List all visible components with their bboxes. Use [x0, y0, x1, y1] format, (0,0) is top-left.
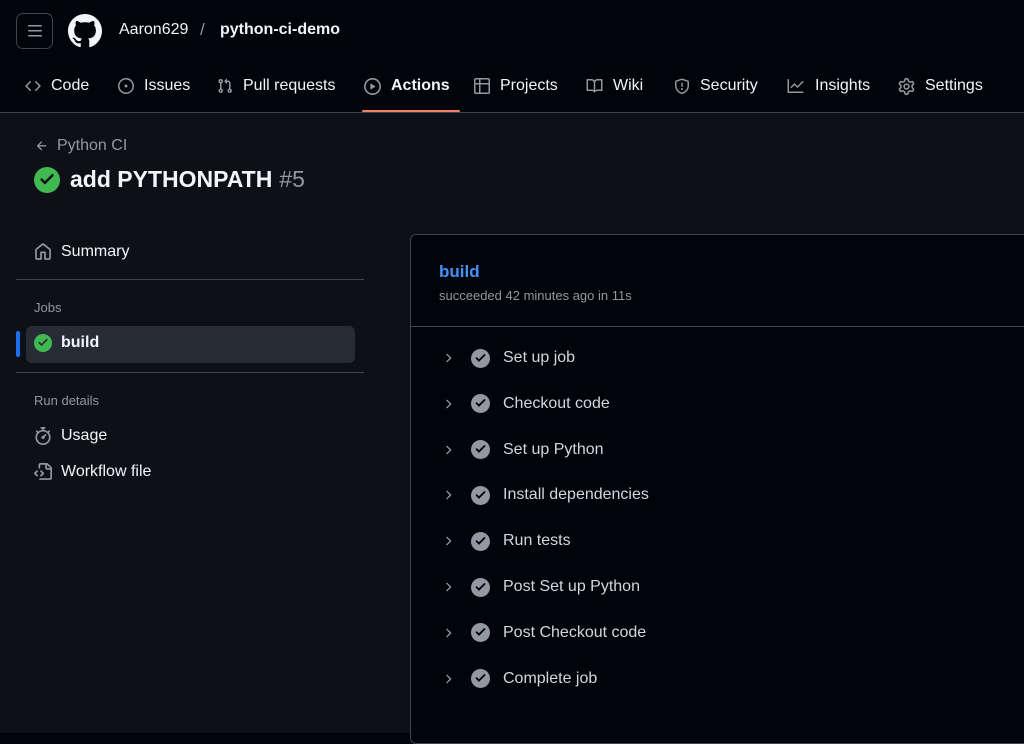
sidebar-divider — [16, 279, 364, 280]
tab-code-label: Code — [51, 77, 90, 94]
check-circle-fill-icon — [471, 394, 490, 414]
tab-settings[interactable]: Settings — [898, 66, 983, 112]
sidebar-summary-label: Summary — [61, 243, 130, 260]
sidebar-divider — [16, 372, 364, 373]
back-to-workflow-link[interactable]: Python CI — [35, 137, 127, 155]
check-circle-fill-icon — [471, 623, 490, 643]
run-title: add PYTHONPATH #5 — [34, 166, 305, 193]
job-title: build — [439, 262, 480, 281]
tab-wiki[interactable]: Wiki — [586, 66, 643, 112]
job-step-label: Set up job — [503, 349, 576, 366]
check-circle-fill-icon — [34, 166, 60, 193]
home-icon — [35, 243, 51, 260]
job-step-row[interactable]: Post Checkout code — [441, 618, 646, 648]
chevron-right-icon — [441, 443, 455, 457]
job-step-label: Post Set up Python — [503, 578, 640, 595]
selected-indicator — [16, 331, 20, 357]
job-step-label: Complete job — [503, 669, 598, 687]
sidebar-usage-label: Usage — [61, 427, 108, 444]
tab-insights[interactable]: Insights — [786, 66, 870, 112]
repo-name-link[interactable]: python-ci-demo — [220, 21, 340, 39]
tab-issues[interactable]: Issues — [118, 66, 190, 112]
issue-icon — [118, 78, 134, 94]
job-step-row[interactable]: Set up Python — [441, 435, 604, 465]
job-step-row[interactable]: Checkout code — [441, 389, 610, 419]
chevron-right-icon — [441, 534, 455, 548]
sidebar-workflow-file[interactable]: Workflow file — [34, 463, 151, 481]
book-icon — [586, 78, 603, 93]
run-number: #5 — [279, 166, 305, 192]
job-name: build — [61, 334, 100, 351]
tab-projects[interactable]: Projects — [474, 66, 558, 112]
graph-icon — [787, 79, 804, 93]
tab-issues-label: Issues — [144, 77, 191, 94]
hamburger-icon — [27, 25, 42, 37]
job-step-row[interactable]: Set up job — [441, 343, 575, 373]
check-circle-fill-icon — [471, 348, 490, 368]
check-circle-fill-icon — [471, 485, 490, 505]
check-circle-fill-icon — [471, 531, 490, 551]
job-status-text: succeeded 42 minutes ago in 11s — [439, 288, 632, 303]
sidebar-usage[interactable]: Usage — [34, 427, 107, 445]
tab-code[interactable]: Code — [25, 66, 89, 112]
job-header: build succeeded 42 minutes ago in 11s — [411, 235, 1024, 327]
job-step-row[interactable]: Complete job — [441, 664, 597, 694]
shield-icon — [675, 78, 689, 95]
job-logs-panel: build succeeded 42 minutes ago in 11s Se… — [410, 234, 1024, 744]
gear-icon — [898, 78, 915, 95]
sidebar-workflow-file-label: Workflow file — [61, 463, 152, 480]
tab-settings-label: Settings — [925, 77, 983, 94]
tab-security-label: Security — [700, 77, 758, 94]
menu-button[interactable] — [16, 13, 53, 49]
chevron-right-icon — [441, 488, 455, 502]
sidebar-summary[interactable]: Summary — [34, 243, 129, 261]
run-title-text: add PYTHONPATH — [70, 166, 273, 192]
stopwatch-icon — [35, 427, 51, 445]
tab-wiki-label: Wiki — [613, 77, 644, 94]
github-logo-icon[interactable] — [68, 14, 102, 48]
job-step-label: Run tests — [503, 532, 571, 550]
tab-actions-label: Actions — [391, 77, 450, 94]
play-icon — [364, 78, 381, 95]
tab-pull-requests-label: Pull requests — [243, 77, 336, 94]
path-separator: / — [200, 20, 205, 39]
chevron-right-icon — [441, 580, 455, 594]
tab-security[interactable]: Security — [674, 66, 758, 112]
chevron-right-icon — [441, 351, 455, 365]
sidebar-job-build-label[interactable]: build — [34, 334, 99, 352]
job-step-row[interactable]: Run tests — [441, 526, 571, 556]
tab-pull-requests[interactable]: Pull requests — [217, 66, 336, 112]
tab-projects-label: Projects — [500, 77, 558, 94]
workflow-name: Python CI — [57, 137, 128, 154]
file-code-icon — [34, 463, 52, 480]
job-step-label: Checkout code — [503, 394, 610, 412]
run-details-heading: Run details — [34, 393, 100, 408]
job-step-label: Post Checkout code — [503, 623, 647, 641]
tab-insights-label: Insights — [815, 77, 871, 94]
job-step-label: Install dependencies — [503, 486, 649, 504]
jobs-heading: Jobs — [34, 300, 62, 315]
check-circle-fill-icon — [471, 440, 490, 460]
chevron-right-icon — [441, 672, 455, 686]
repo-owner-link[interactable]: Aaron629 — [119, 21, 188, 39]
chevron-right-icon — [441, 626, 455, 640]
arrow-left-icon — [36, 141, 47, 151]
table-icon — [474, 78, 490, 94]
tab-actions[interactable]: Actions — [362, 66, 460, 112]
job-step-row[interactable]: Post Set up Python — [441, 572, 640, 602]
repo-nav-tabs: Code Issues Pull requests Actions Projec… — [0, 66, 1024, 112]
code-icon — [25, 80, 41, 92]
job-step-label: Set up Python — [503, 440, 604, 458]
check-circle-fill-icon — [471, 669, 490, 689]
top-header: Aaron629 / python-ci-demo Code Issues Pu… — [0, 0, 1024, 113]
pull-request-icon — [218, 78, 233, 94]
check-circle-fill-icon — [471, 577, 490, 597]
job-step-row[interactable]: Install dependencies — [441, 480, 649, 510]
check-circle-fill-icon — [34, 334, 52, 352]
chevron-right-icon — [441, 397, 455, 411]
